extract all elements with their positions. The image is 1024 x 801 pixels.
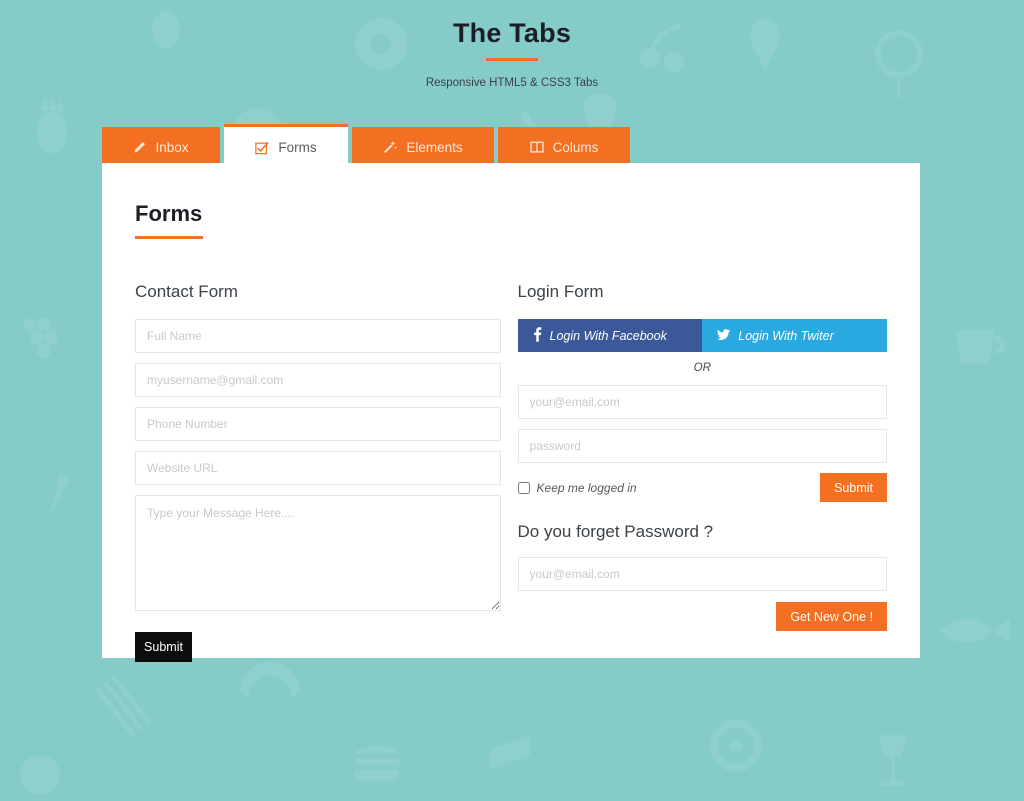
magic-wand-icon xyxy=(383,140,398,154)
login-form: Login Form Login With Facebook Login Wit… xyxy=(517,282,887,662)
keep-logged-checkbox[interactable] xyxy=(517,481,530,494)
contact-form: Contact Form Submit xyxy=(135,282,501,662)
title-underline xyxy=(486,58,538,61)
contact-form-title: Contact Form xyxy=(135,282,238,301)
page-title: The Tabs xyxy=(452,18,572,48)
tab-elements-label: Elements xyxy=(406,139,463,155)
forgot-email-input[interactable] xyxy=(517,557,887,591)
pencil-icon xyxy=(133,141,146,154)
tab-bar: Inbox Forms Elements Colums xyxy=(102,124,630,168)
contact-submit-button[interactable]: Submit xyxy=(135,632,192,662)
facebook-login-label: Login With Facebook xyxy=(549,328,667,343)
columns-icon xyxy=(530,140,544,154)
tab-colums[interactable]: Colums xyxy=(498,127,630,167)
or-divider-label: OR xyxy=(693,362,711,374)
tab-forms[interactable]: Forms xyxy=(224,124,348,168)
get-new-password-button[interactable]: Get New One ! xyxy=(776,602,887,631)
website-input[interactable] xyxy=(135,451,501,485)
tab-elements[interactable]: Elements xyxy=(352,127,494,167)
email-input[interactable] xyxy=(135,363,501,397)
message-textarea[interactable] xyxy=(135,495,501,611)
tab-forms-label: Forms xyxy=(278,140,317,155)
forgot-password-title: Do you forget Password ? xyxy=(517,522,714,541)
login-form-title: Login Form xyxy=(517,282,604,301)
panel-heading: Forms xyxy=(135,201,203,226)
tab-inbox-label: Inbox xyxy=(155,139,189,155)
twitter-login-label: Login With Twiter xyxy=(738,328,834,343)
twitter-login-button[interactable]: Login With Twiter xyxy=(702,319,887,352)
full-name-input[interactable] xyxy=(135,319,501,353)
phone-input[interactable] xyxy=(135,407,501,441)
keep-logged-row: Keep me logged in Submit xyxy=(517,473,887,502)
facebook-icon xyxy=(533,326,542,345)
tab-colums-label: Colums xyxy=(552,139,599,155)
facebook-login-button[interactable]: Login With Facebook xyxy=(517,319,703,352)
login-password-input[interactable] xyxy=(517,429,887,463)
twitter-icon xyxy=(717,328,731,344)
checkbox-icon xyxy=(255,141,270,155)
tab-inbox[interactable]: Inbox xyxy=(102,127,220,167)
forms-columns: Contact Form Submit Login Form xyxy=(102,239,920,662)
keep-logged-label-group[interactable]: Keep me logged in xyxy=(517,480,637,495)
page-subtitle: Responsive HTML5 & CSS3 Tabs xyxy=(425,77,599,89)
login-email-input[interactable] xyxy=(517,385,887,419)
tab-content-panel: Forms Contact Form Submit Login Form xyxy=(102,163,920,662)
login-submit-button[interactable]: Submit xyxy=(820,473,887,502)
keep-logged-label: Keep me logged in xyxy=(536,480,637,495)
social-login-row: Login With Facebook Login With Twiter xyxy=(517,319,887,352)
forgot-password-actions: Get New One ! xyxy=(518,602,887,631)
